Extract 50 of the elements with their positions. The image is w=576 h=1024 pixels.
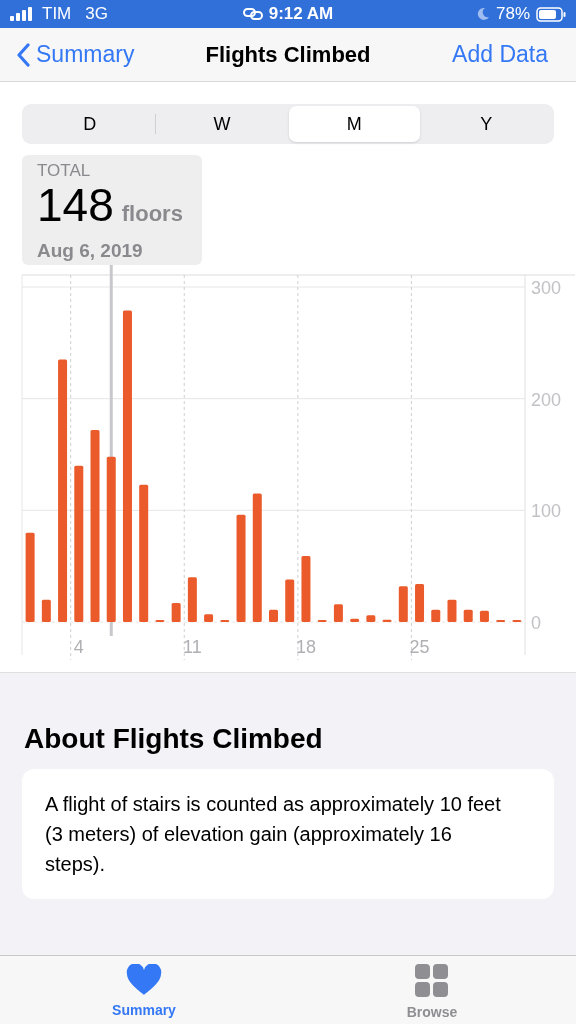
chart-bar xyxy=(41,599,51,622)
chart-bar xyxy=(171,603,181,622)
x-axis-label: 18 xyxy=(295,637,316,657)
tab-bar-item[interactable]: Summary xyxy=(0,956,288,1024)
total-date: Aug 6, 2019 xyxy=(37,239,144,263)
add-data-button[interactable]: Add Data xyxy=(452,37,560,72)
x-axis-label: 4 xyxy=(73,637,84,657)
network-type: 3G xyxy=(85,3,108,26)
description-text: A flight of stairs is counted as approximately 10 feet (3 meters) of elevation gain (approximately 16 steps). xyxy=(45,792,502,877)
back-chevron-icon xyxy=(16,42,30,67)
chart-bar xyxy=(269,609,278,622)
segment-tab[interactable]: M xyxy=(288,106,420,142)
status-time: 9:12 AM xyxy=(268,3,334,26)
x-axis-label: 11 xyxy=(183,637,202,657)
page-title: Flights Climbed xyxy=(205,41,371,69)
section-heading: About Flights Climbed xyxy=(24,722,324,756)
chart-bar xyxy=(350,618,360,622)
heart-icon xyxy=(126,964,162,996)
battery-percent: 78% xyxy=(495,3,530,26)
chart-bar xyxy=(447,599,457,622)
battery-icon xyxy=(536,6,566,22)
y-axis-label: 100 xyxy=(531,501,562,522)
chart-bar xyxy=(431,609,441,622)
chart-bar xyxy=(187,577,197,622)
back-button[interactable]: Summary xyxy=(16,37,135,72)
segment-tab[interactable]: D xyxy=(24,106,156,142)
y-axis-label: 200 xyxy=(531,389,562,410)
total-label: TOTAL xyxy=(37,161,92,181)
signal-icon xyxy=(10,7,34,21)
grid-icon xyxy=(415,964,449,998)
total-value: 148 xyxy=(37,181,114,229)
y-axis-label: 300 xyxy=(531,278,562,298)
x-axis-label: 25 xyxy=(409,637,430,657)
chart-bar xyxy=(366,615,376,622)
chart-bar xyxy=(285,579,295,622)
chart-bar xyxy=(333,604,343,622)
segment-tab[interactable]: W xyxy=(156,106,288,142)
y-axis-label: 0 xyxy=(531,613,541,633)
chart-bar xyxy=(301,556,311,622)
segment-tab[interactable]: Y xyxy=(420,106,552,142)
chart-bar xyxy=(479,610,489,622)
link-icon xyxy=(242,8,263,20)
chart-bar xyxy=(398,586,408,622)
chart-bar xyxy=(382,619,392,622)
chart-bar xyxy=(415,584,425,622)
chart-bar xyxy=(204,614,214,622)
total-unit: floors xyxy=(121,200,183,228)
carrier-name: TIM xyxy=(42,3,72,26)
chart-bar xyxy=(463,609,473,622)
moon-icon xyxy=(475,7,490,21)
